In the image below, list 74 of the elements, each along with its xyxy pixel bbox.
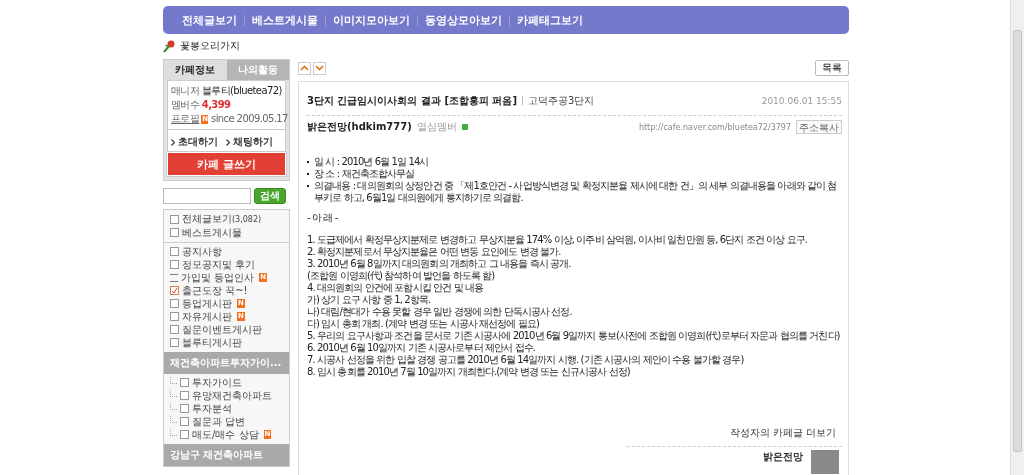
- post-url[interactable]: http://cafe.naver.com/bluetea72/3797: [638, 122, 791, 132]
- author-name[interactable]: 밝은전망(hdkim777): [307, 120, 412, 134]
- menu-item[interactable]: 자유게시판: [182, 310, 232, 323]
- body-text: 3. 2010년 6월 8일까지 대의원회의 개최하고 그 내용을 즉시 공개.: [307, 258, 572, 270]
- tree-line: [170, 376, 177, 384]
- body-text: 나) 대림/현대가 수용 못할 경우 일반 경쟁에 의한 단독시공사 선정.: [307, 306, 573, 318]
- body-text: 의결내용 : 대의원회의 상정안건 중 「제1호안건 - 사업방식변경 및 확정지분율 제시에 대한 건」의 세부 의결내용을 아래와 같이 첨부키로 하고, 6월1일 대의원에게 통지하기로 의결함.: [314, 180, 838, 204]
- chevron-right-icon: [171, 138, 175, 146]
- menu-item[interactable]: 매도/매수 상담: [192, 428, 259, 441]
- copy-address-button[interactable]: 주소복사: [796, 120, 842, 134]
- body-text: 다) 임시 총회 개최. (계약 변경 또는 시공사 재선정에 필요): [307, 318, 540, 330]
- nav-link[interactable]: 전체글보기: [175, 12, 244, 28]
- since-date: since 2009.05.17: [211, 113, 288, 124]
- sidebar-tab[interactable]: 카페정보: [164, 60, 227, 80]
- body-text: 4. 대의원회의 안건에 포함시킬 안건 및 내용: [307, 282, 485, 294]
- menu-item[interactable]: 전체글보기(3,082): [182, 212, 262, 226]
- post-title: 3단지 긴급임시이사회의 결과 [조합홍피 퍼옴]: [307, 93, 518, 108]
- body-text: 1. 도급제에서 확정무상지분제로 변경하고 무상지분율 174% 이상, 이주비 삼억원, 이사비 일천만원 등, 6단지 조건 이상 요구.: [307, 234, 809, 246]
- manager-label: 매니저: [171, 85, 200, 96]
- body-text: 7. 시공사 선정을 위한 입찰 경쟁 공고를 2010년 6월 14일까지 시행. (기존 시공사의 제안이 수용 불가할 경우): [307, 354, 745, 366]
- nav-link[interactable]: 베스트게시물: [245, 12, 325, 28]
- member-count: 4,399: [201, 99, 231, 110]
- menu-item[interactable]: 투자가이드: [192, 376, 242, 389]
- menu-item[interactable]: 투자분석: [192, 402, 232, 415]
- menu-item[interactable]: 가입및 등업인사: [181, 271, 255, 284]
- tree-line: [170, 389, 177, 397]
- tree-line: [170, 415, 177, 423]
- body-text: 장 소 : 재건축조합사무실: [314, 168, 415, 180]
- body-text: 일 시 : 2010년 6월 1일 14시: [314, 156, 429, 168]
- search-field[interactable]: [163, 188, 251, 204]
- rank-icon: [461, 124, 468, 130]
- body-text: (조합원 이영희(代) 참석하여 발언을 하도록 함): [307, 270, 496, 282]
- list-button[interactable]: 목록: [815, 60, 849, 76]
- chevron-right-icon: [226, 138, 230, 146]
- flower-icon: [163, 39, 177, 53]
- menu-item[interactable]: 등업게시판: [182, 297, 232, 310]
- board-link[interactable]: 고덕주공3단지: [528, 93, 595, 108]
- tree-line: [170, 402, 177, 410]
- chevron-up-icon: [300, 65, 309, 71]
- members-label: 멤버수: [171, 99, 200, 110]
- menu-item[interactable]: 공지사항: [182, 245, 222, 258]
- body-text: 5. 우리의 요구사항과 조건을 문서로 기존 시공사에 2010년 6월 9일까지 통보(사전에 조합원 이영희(代)로부터 자문과 협의를 거친다): [307, 330, 841, 342]
- sidebar-link[interactable]: 채팅하기: [233, 135, 273, 149]
- menu-item[interactable]: 블루티게시판: [182, 336, 242, 349]
- body-text: - 아 래 -: [307, 212, 339, 224]
- chevron-down-icon: [315, 65, 324, 71]
- body-text: 가) 상기 요구 사항 중 1, 2항목.: [307, 294, 432, 306]
- tree-line: [170, 428, 177, 436]
- stamp-icon: [170, 286, 179, 295]
- previous-post-button[interactable]: [298, 61, 311, 75]
- next-post-button[interactable]: [313, 61, 326, 75]
- writer-name: 밝은전망: [763, 450, 803, 464]
- menu-item[interactable]: 베스트게시물: [182, 226, 242, 239]
- avatar-photo-placeholder: [811, 450, 839, 474]
- body-text: 8. 임시 총회를 2010년 7월 10일까지 개최한다.(계약 변경 또는 신규시공사 선정): [307, 366, 631, 378]
- menu-item[interactable]: 출근도장 꾹~!: [182, 284, 248, 297]
- body-text: 2. 확정지분제로서 무상지분율은 어떤 변동 요인에도 변경 불가.: [307, 246, 562, 258]
- menu-item[interactable]: 질문과 답변: [192, 415, 246, 428]
- more-posts-link[interactable]: 작성자의 카페글 더보기: [729, 427, 836, 438]
- list-icon: [170, 273, 178, 282]
- menu-item[interactable]: 정모공지및 후기: [182, 258, 256, 271]
- post-date: 2010.06.01 15:55: [761, 95, 842, 106]
- body-text: 6. 2010년 6월 10일까지 기존 시공사로부터 제안서 접수.: [307, 342, 536, 354]
- sidebar-link[interactable]: 초대하기: [178, 135, 218, 149]
- menu-item[interactable]: 유망재건축아파트: [192, 389, 272, 402]
- nav-link[interactable]: 이미지모아보기: [326, 12, 417, 28]
- nav-link[interactable]: 동영상모아보기: [418, 12, 509, 28]
- profile-link[interactable]: 프로필: [171, 113, 200, 124]
- cafe-title[interactable]: 꽃봉오리가지: [180, 39, 240, 53]
- menu-item[interactable]: 질문이벤트게시판: [182, 323, 262, 336]
- manager-name[interactable]: 블루티(bluetea72): [201, 85, 282, 96]
- write-button[interactable]: 카페 글쓰기: [167, 152, 286, 176]
- member-rank: 열심멤버: [416, 120, 457, 134]
- nav-link[interactable]: 카페태그보기: [510, 12, 590, 28]
